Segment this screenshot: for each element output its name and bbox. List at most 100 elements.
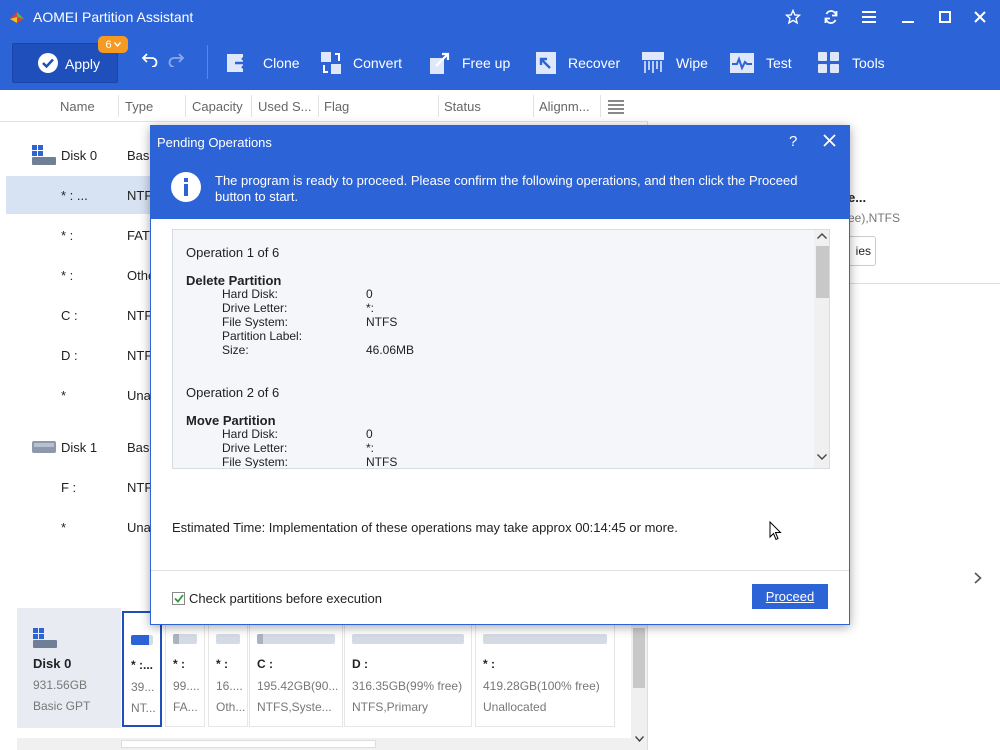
pending-count: 6 [105,38,112,51]
partition-name: D : [61,348,78,363]
disk-map-vertical-scrollbar[interactable] [631,608,647,750]
check-partitions-checkbox[interactable]: Check partitions before execution [172,591,382,606]
convert-label: Convert [353,55,403,71]
redo-icon[interactable] [168,53,184,67]
checkbox[interactable] [172,592,185,605]
partition-name: * [61,388,67,403]
properties-title-fragment: e... [848,190,867,205]
wipe-label: Wipe [676,55,708,71]
partition-block-fs: FA... [173,700,198,714]
disk-icon [32,441,56,453]
column-divider [533,95,534,117]
partition-block[interactable]: * : 16.... Oth... [208,611,248,727]
disk-card[interactable]: Disk 0 931.56GB Basic GPT [17,608,121,728]
scrollbar-thumb[interactable] [121,740,376,748]
star-icon[interactable] [782,6,804,28]
app-title: AOMEI Partition Assistant [33,9,194,25]
test-button[interactable]: Test [730,50,792,76]
proceed-label: Proceed [765,589,815,604]
close-icon[interactable] [823,134,836,147]
operations-list[interactable]: Operation 1 of 6 Delete Partition Hard D… [172,229,830,469]
partition-block-size: 39... [131,680,155,694]
close-window-icon[interactable] [969,6,991,28]
partition-block-size: 16.... [216,679,243,693]
minimize-icon[interactable] [897,6,919,28]
title-bar: AOMEI Partition Assistant [0,0,1000,35]
usage-bar-fill [131,635,149,645]
partition-block[interactable]: C : 195.42GB(90... NTFS,Syste... [249,611,343,727]
column-type[interactable]: Type [125,99,153,114]
wipe-button[interactable]: Wipe [642,50,708,76]
properties-button-label: ies [855,244,871,258]
disk-type: Basi [127,440,153,455]
partition-block-name: * : [173,657,185,671]
operations-scrollbar[interactable] [814,230,829,468]
column-alignment[interactable]: Alignm... [539,99,590,114]
recover-icon [536,52,556,74]
column-name[interactable]: Name [60,99,95,114]
scrollbar-thumb[interactable] [633,628,645,688]
dialog-divider [151,570,849,571]
disk-card-size: 931.56GB [33,678,88,692]
column-status[interactable]: Status [444,99,481,114]
partition-block-name: D : [352,657,368,671]
scrollbar-thumb[interactable] [816,246,829,298]
properties-subtitle-fragment: ee),NTFS [848,211,901,225]
usage-bar-fill [173,634,179,644]
convert-icon [321,52,341,74]
operation-field-key: File System: [222,315,289,329]
undo-icon[interactable] [142,53,158,67]
partition-type: NTF [127,348,153,363]
help-icon[interactable]: ? [789,133,797,150]
column-settings-icon[interactable] [608,100,624,114]
clone-button[interactable]: Clone [227,50,300,76]
menu-icon[interactable] [858,6,880,28]
chevron-right-icon[interactable] [974,572,982,584]
partition-block-size: 419.28GB(100% free) [483,679,600,693]
partition-block[interactable]: D : 316.35GB(99% free) NTFS,Primary [344,611,472,727]
partition-block[interactable]: * : 419.28GB(100% free) Unallocated [475,611,615,727]
partition-type: NTF [127,308,153,323]
partition-block-name: * : [216,657,228,671]
refresh-icon[interactable] [820,6,842,28]
proceed-button[interactable]: Proceed [752,584,828,609]
partition-block-name: * :... [131,658,154,672]
dialog-title-bar: Pending Operations ? [151,126,849,159]
dialog-title: Pending Operations [157,135,272,150]
estimated-time: Estimated Time: Implementation of these … [172,520,678,535]
partition-block[interactable]: * :... 39... NT... [122,611,162,727]
column-used-space[interactable]: Used S... [258,99,311,114]
scroll-down-icon[interactable] [635,736,644,742]
operation-field-key: Partition Label: [222,329,303,343]
disk-name: Disk 1 [61,440,98,455]
recover-button[interactable]: Recover [536,50,620,76]
properties-divider [848,283,1000,284]
pending-operations-dialog: Pending Operations ? The program is read… [150,125,850,625]
partition-name: F : [61,480,77,495]
column-capacity[interactable]: Capacity [192,99,243,114]
tools-button[interactable]: Tools [818,50,885,76]
operation-field-key: Hard Disk: [222,287,279,301]
pending-count-badge[interactable]: 6 [98,36,128,53]
convert-button[interactable]: Convert [321,50,402,76]
usage-bar [483,634,607,644]
disk-card-type: Basic GPT [33,699,91,713]
operation-field-key: Hard Disk: [222,427,279,441]
operation-field-value: 0 [366,287,373,301]
maximize-icon[interactable] [934,6,956,28]
disk-map-horizontal-scrollbar[interactable] [17,738,632,750]
disk-map: Disk 0 931.56GB Basic GPT * :... 39... N… [17,608,632,728]
scroll-down-icon[interactable] [817,454,827,460]
partition-block[interactable]: * : 99.... FA... [165,611,205,727]
toolbar-separator [207,45,208,79]
free-up-button[interactable]: Free up [430,50,510,76]
wipe-icon [642,52,664,73]
scroll-up-icon[interactable] [817,233,827,239]
column-divider [318,95,319,117]
column-divider [251,95,252,117]
column-flag[interactable]: Flag [324,99,349,114]
checkmark-icon [173,594,184,603]
partition-block-fs: NTFS,Primary [352,700,428,714]
properties-button[interactable]: ies [848,236,876,266]
operation-field-key: Drive Letter: [222,441,288,455]
